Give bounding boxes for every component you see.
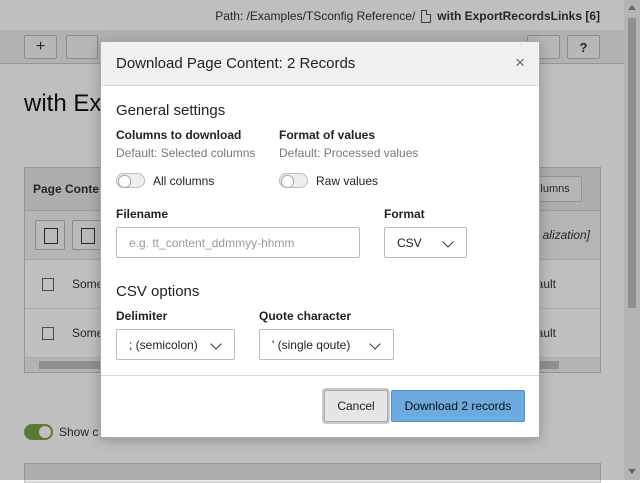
format-values-label: Format of values [279, 128, 376, 142]
download-button[interactable]: Download 2 records [391, 390, 525, 422]
columns-hint: Default: Selected columns [116, 146, 256, 160]
chevron-down-icon [210, 338, 222, 350]
cancel-button[interactable]: Cancel [324, 390, 388, 422]
general-settings-title: General settings [116, 102, 226, 119]
raw-values-label: Raw values [316, 173, 379, 188]
csv-options-title: CSV options [116, 283, 200, 300]
format-label: Format [384, 207, 425, 221]
close-icon[interactable]: × [515, 54, 525, 72]
filename-label: Filename [116, 207, 169, 221]
modal-body: General settings Columns to download Def… [101, 86, 539, 377]
all-columns-switch[interactable]: All columns [116, 173, 214, 188]
delimiter-selected-value: ; (semicolon) [129, 337, 198, 352]
all-columns-label: All columns [153, 173, 215, 188]
delimiter-label: Delimiter [116, 309, 168, 323]
chevron-down-icon [369, 338, 381, 350]
format-selected-value: CSV [397, 235, 422, 250]
format-select[interactable]: CSV [384, 227, 467, 258]
modal-title: Download Page Content: 2 Records [116, 55, 356, 72]
format-values-hint: Default: Processed values [279, 146, 419, 160]
quote-label: Quote character [259, 309, 352, 323]
delimiter-select[interactable]: ; (semicolon) [116, 329, 235, 360]
modal-header: Download Page Content: 2 Records × [101, 42, 539, 86]
download-modal: Download Page Content: 2 Records × Gener… [100, 41, 540, 438]
modal-footer: Cancel Download 2 records [101, 375, 539, 437]
columns-label: Columns to download [116, 128, 242, 142]
chevron-down-icon [442, 236, 454, 248]
filename-input[interactable] [116, 227, 360, 258]
quote-selected-value: ' (single qoute) [272, 337, 351, 352]
toggle-switch[interactable] [279, 173, 308, 188]
toggle-switch[interactable] [116, 173, 145, 188]
raw-values-switch[interactable]: Raw values [279, 173, 378, 188]
quote-select[interactable]: ' (single qoute) [259, 329, 394, 360]
